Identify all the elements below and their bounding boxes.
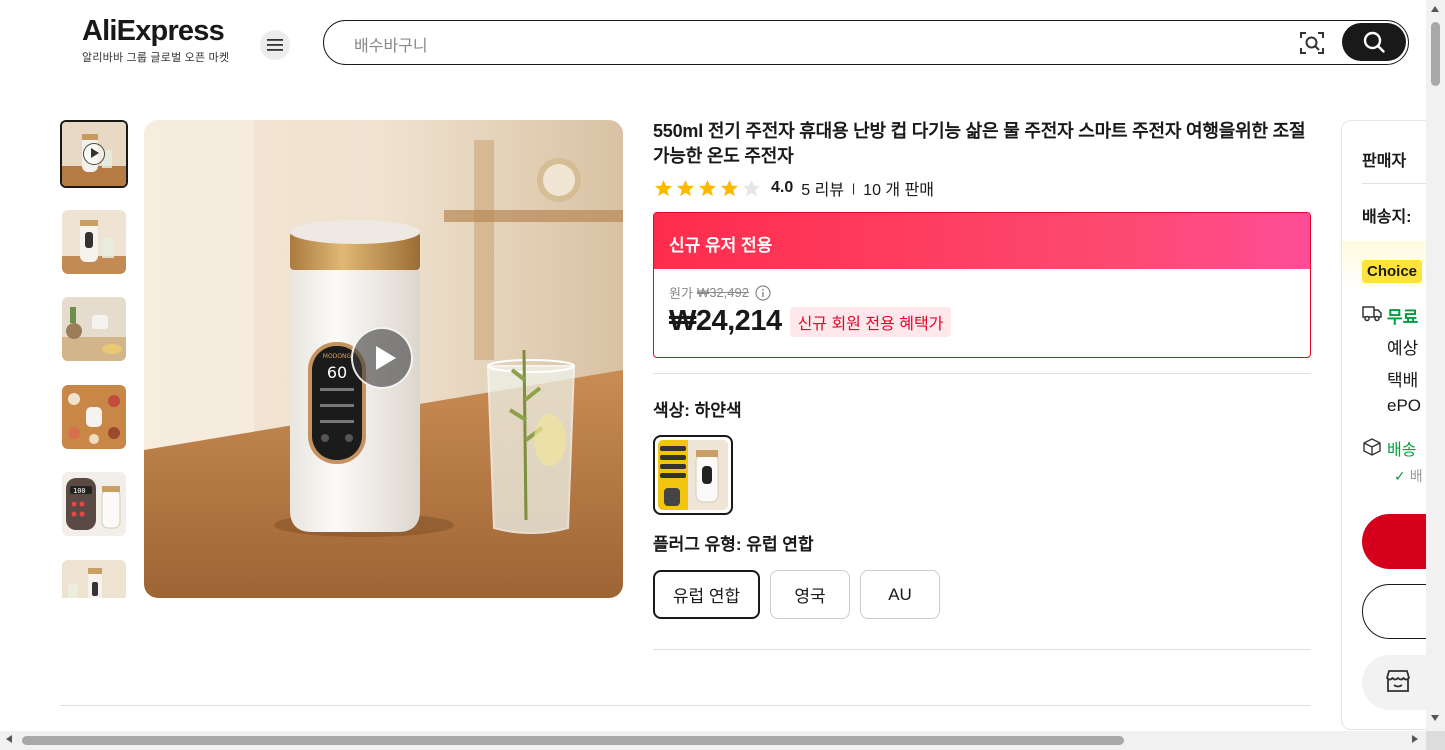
price-row: ₩24,214 신규 회원 전용 혜택가 [669,305,952,338]
scroll-down-arrow-icon[interactable] [1431,715,1439,721]
promo-header: 신규 유저 전용 [654,213,1310,269]
info-icon[interactable] [755,284,771,301]
vertical-scroll-thumb[interactable] [1431,22,1440,86]
original-price-label: 원가 [669,286,693,301]
star-icon [720,179,739,196]
search-button[interactable] [1342,23,1406,61]
thumbnail-image[interactable]: 100 [62,472,126,536]
carrier-text: ePO [1387,396,1422,415]
video-play-button[interactable] [351,327,413,389]
price-promo-box: 신규 유저 전용 원가 ₩32,492 ₩24,214 신규 회원 전용 혜택가 [653,212,1311,358]
free-shipping-text: 무료 [1387,308,1419,327]
product-main-image[interactable]: 60 MODONG [144,120,623,598]
plug-option-au[interactable]: AU [860,570,940,619]
seller-label[interactable]: 판매자 [1362,147,1406,171]
vertical-scrollbar[interactable] [1426,0,1445,750]
video-play-icon [83,143,105,165]
scroll-left-arrow-icon[interactable] [6,735,12,743]
thumbnail-image [62,210,126,274]
aliexpress-logo[interactable]: AliExpress 알리바바 그룹 글로벌 오픈 마켓 [82,14,242,65]
plug-option-uk[interactable]: 영국 [770,570,850,619]
delivery-label[interactable]: 배송 [1387,436,1416,460]
thumbnail-image [62,560,126,598]
scrollbar-corner [1426,731,1445,750]
thumbnail-video[interactable] [60,120,128,188]
add-to-cart-button[interactable] [1362,584,1431,639]
thumbnail-image [62,385,126,449]
color-option-white[interactable] [653,435,733,515]
star-icon [698,179,717,196]
sold-count: 10 개 판매 [863,182,935,199]
hamburger-icon [267,39,283,51]
logo-subtitle: 알리바바 그룹 글로벌 오픈 마켓 [82,52,230,64]
divider [1362,183,1431,184]
sale-price: ₩24,214 [669,305,782,337]
divider [653,649,1311,650]
estimated-delivery-text: 예상 [1387,339,1419,358]
thumbnail-image: 100 [62,472,126,536]
thumbnail-image[interactable] [62,210,126,274]
store-icon [1386,670,1410,692]
purchase-side-panel: 판매자 배송지: Choice 무료 예상 택배 ePO 배송 ✓ 배 [1341,120,1431,730]
svg-text:100: 100 [73,487,86,495]
delivery-check-row: ✓ 배 [1394,466,1423,486]
thumbnail-image [62,297,126,361]
scroll-up-arrow-icon[interactable] [1431,6,1439,12]
courier-text: 택배 [1387,371,1419,390]
divider [60,705,1311,706]
ship-to-label[interactable]: 배송지: [1362,203,1412,227]
search-bar: 배수바구니 [323,20,1409,65]
buy-now-button[interactable] [1362,514,1431,569]
product-title: 550ml 전기 주전자 휴대용 난방 컵 다기능 삶은 물 주전자 스마트 주… [653,121,1306,166]
color-swatch-image [658,440,728,510]
original-price: ₩32,492 [696,285,749,300]
svg-text:MODONG: MODONG [323,353,352,360]
svg-text:60: 60 [327,363,347,382]
store-button[interactable] [1362,655,1431,710]
search-icon [1363,31,1385,53]
scroll-right-arrow-icon[interactable] [1412,735,1418,743]
rating-value: 4.0 [771,179,794,196]
thumbnail-list: 100 [60,120,128,598]
star-icon [654,179,673,196]
truck-icon [1362,306,1382,322]
plug-option-eu[interactable]: 유럽 연합 [653,570,760,619]
thumbnail-image[interactable] [62,560,126,598]
new-member-badge: 신규 회원 전용 혜택가 [789,306,952,337]
divider [653,373,1311,374]
separator: | [852,181,856,195]
rating-row: 4.0 5 리뷰 | 10 개 판매 [654,177,934,199]
package-icon [1363,438,1381,456]
check-icon: ✓ [1394,468,1406,484]
star-empty-icon [742,179,761,196]
review-count-link[interactable]: 5 리뷰 [801,176,844,200]
delivery-check-text: 배 [1409,468,1423,484]
horizontal-scrollbar[interactable] [0,731,1426,750]
star-icon [676,179,695,196]
logo-text: AliExpress [82,15,225,47]
menu-button[interactable] [260,30,290,60]
horizontal-scroll-thumb[interactable] [22,736,1124,745]
thumbnail-image[interactable] [62,385,126,449]
color-label: 색상: 하얀색 [653,401,742,420]
image-search-icon[interactable] [1299,30,1325,56]
thumbnail-image[interactable] [62,297,126,361]
plug-type-label: 플러그 유형: 유럽 연합 [653,535,814,554]
search-input[interactable]: 배수바구니 [354,32,428,56]
star-rating[interactable] [654,179,761,198]
choice-badge: Choice [1362,260,1423,283]
original-price-row: 원가 ₩32,492 [669,283,771,302]
